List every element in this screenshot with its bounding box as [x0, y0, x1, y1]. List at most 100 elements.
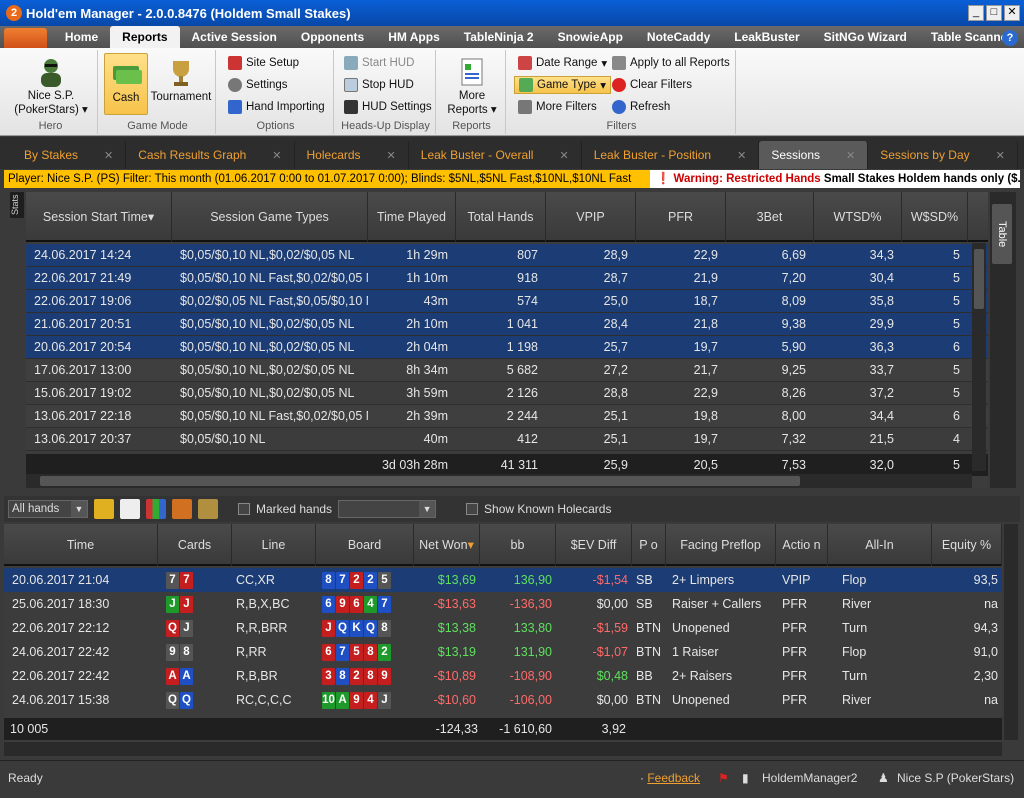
table-row[interactable]: 24.06.2017 15:38 Q Q RC,C,C,C 10 A 9 4 J -$10,60-… — [4, 688, 1002, 712]
table-row[interactable]: 22.06.2017 21:49 $0,05/$0,10 NL Fast,$0,0… — [26, 267, 988, 290]
sessions-horizontal-scrollbar[interactable] — [26, 474, 972, 488]
hands-col--ev-diff[interactable]: $EV Diff — [556, 524, 632, 566]
menu-tab-notecaddy[interactable]: NoteCaddy — [635, 26, 722, 48]
sessions-col-3bet[interactable]: 3Bet — [726, 192, 814, 242]
tab-sessions-by-day[interactable]: Sessions by Day ✕ — [868, 141, 1018, 169]
stats-side-tab[interactable]: Stats — [10, 192, 24, 218]
cash-button[interactable]: Cash — [104, 53, 148, 115]
tournament-button[interactable]: Tournament — [150, 53, 212, 103]
more-reports-button[interactable]: More Reports ▾ — [442, 52, 502, 116]
apply-all-reports-button[interactable]: Apply to all Reports — [612, 56, 730, 70]
grid-icon[interactable] — [146, 499, 166, 519]
table-row[interactable]: 24.06.2017 14:24 $0,05/$0,10 NL,$0,02/$0,… — [26, 244, 988, 267]
sessions-col-wtsd-[interactable]: WTSD% — [814, 192, 902, 242]
rewind-icon[interactable] — [94, 499, 114, 519]
hands-col-p-o[interactable]: P o — [632, 524, 666, 566]
site-setup-button[interactable]: Site Setup — [228, 56, 299, 70]
sessions-vertical-scrollbar[interactable] — [972, 243, 986, 471]
hands-col-time[interactable]: Time — [4, 524, 158, 566]
sessions-col-w-sd-[interactable]: W$SD% — [902, 192, 968, 242]
tab-leak-buster-overall[interactable]: Leak Buster - Overall ✕ — [409, 141, 582, 169]
stop-hud-button[interactable]: Stop HUD — [344, 78, 414, 92]
status-player[interactable]: Nice S.P (PokerStars) — [897, 771, 1014, 785]
table-row[interactable]: 15.06.2017 19:02 $0,05/$0,10 NL,$0,02/$0,… — [26, 382, 988, 405]
show-known-holecards-checkbox[interactable] — [466, 503, 479, 515]
date-range-button[interactable]: Date Range ▾ — [518, 56, 607, 70]
hands-col-line[interactable]: Line — [232, 524, 316, 566]
table-row[interactable]: 24.06.2017 22:42 9 8 R,RR 6 7 5 8 2 $13,19 131,90-… — [4, 640, 1002, 664]
close-icon[interactable]: ✕ — [996, 149, 1005, 162]
sessions-col-total-hands[interactable]: Total Hands — [456, 192, 546, 242]
menu-tab-hm-apps[interactable]: HM Apps — [376, 26, 452, 48]
table-row[interactable]: 21.06.2017 20:51 $0,05/$0,10 NL,$0,02/$0,… — [26, 313, 988, 336]
sessions-col-time-played[interactable]: Time Played — [368, 192, 456, 242]
feedback-link[interactable]: · Feedback — [640, 771, 700, 785]
menu-tab-sitngo-wizard[interactable]: SitNGo Wizard — [812, 26, 919, 48]
menu-tab-tableninja-2[interactable]: TableNinja 2 — [452, 26, 546, 48]
trophy-small-icon[interactable] — [198, 499, 218, 519]
tab-leak-buster-position[interactable]: Leak Buster - Position ✕ — [582, 141, 760, 169]
tab-sessions[interactable]: Sessions ✕ — [759, 141, 869, 169]
hand-importing-button[interactable]: Hand Importing — [228, 100, 325, 114]
close-icon[interactable]: ✕ — [104, 149, 113, 162]
menu-tab-leakbuster[interactable]: LeakBuster — [722, 26, 811, 48]
hands-vertical-scrollbar[interactable] — [1004, 524, 1018, 740]
start-hud-button[interactable]: Start HUD — [344, 56, 414, 70]
menu-tab-opponents[interactable]: Opponents — [289, 26, 376, 48]
table-row[interactable]: 22.06.2017 19:06 $0,02/$0,05 NL Fast,$0,0… — [26, 290, 988, 313]
hands-col-net-won[interactable]: Net Won ▾ — [414, 524, 480, 566]
table-row[interactable]: 17.06.2017 13:00 $0,05/$0,10 NL,$0,02/$0,… — [26, 359, 988, 382]
hands-col-equity-[interactable]: Equity % — [932, 524, 1002, 566]
table-row[interactable]: 20.06.2017 20:54 $0,05/$0,10 NL,$0,02/$0,… — [26, 336, 988, 359]
help-icon[interactable]: ? — [1002, 30, 1018, 46]
marked-hands-checkbox[interactable] — [238, 503, 250, 515]
close-icon[interactable]: ✕ — [1004, 5, 1020, 21]
hands-horizontal-scrollbar[interactable] — [4, 742, 1002, 756]
table-row[interactable]: 13.06.2017 20:37 $0,05/$0,10 NL 40m 412 25,1… — [26, 428, 988, 451]
hands-col-facing-preflop[interactable]: Facing Preflop — [666, 524, 776, 566]
close-icon[interactable]: ✕ — [559, 149, 568, 162]
close-icon[interactable]: ✕ — [387, 149, 396, 162]
database-name[interactable]: HoldemManager2 — [762, 771, 857, 785]
sessions-col-vpip[interactable]: VPIP — [546, 192, 636, 242]
table-row[interactable]: 13.06.2017 22:18 $0,05/$0,10 NL Fast,$0,0… — [26, 405, 988, 428]
hud-settings-button[interactable]: HUD Settings — [344, 100, 432, 114]
dice-icon[interactable] — [120, 499, 140, 519]
table-row[interactable]: 22.06.2017 22:12 Q J R,R,BRR J Q K Q 8 $13,38 133,… — [4, 616, 1002, 640]
close-icon[interactable]: ✕ — [737, 149, 746, 162]
settings-button[interactable]: Settings — [228, 78, 288, 92]
hands-col-bb[interactable]: bb — [480, 524, 556, 566]
hero-button[interactable]: Nice S.P. (PokerStars) ▾ — [10, 52, 92, 116]
menu-tab-home[interactable]: Home — [53, 26, 110, 48]
hands-col-board[interactable]: Board — [316, 524, 414, 566]
hands-filter-select[interactable]: All hands ▼ — [8, 500, 88, 518]
sessions-col-pfr[interactable]: PFR — [636, 192, 726, 242]
refresh-button[interactable]: Refresh — [612, 100, 670, 114]
menu-tab-reports[interactable]: Reports — [110, 26, 180, 48]
table-row[interactable]: 25.06.2017 18:30 J J R,B,X,BC 6 9 6 4 7 -$13,63 -1… — [4, 592, 1002, 616]
maximize-icon[interactable]: □ — [986, 5, 1002, 21]
close-icon[interactable]: ✕ — [846, 149, 855, 162]
app-menu-button[interactable] — [4, 28, 47, 48]
flag-icon[interactable]: ⚑ — [718, 771, 729, 785]
clear-filters-button[interactable]: Clear Filters — [612, 78, 692, 92]
bar-chart-icon[interactable] — [172, 499, 192, 519]
menu-tab-active-session[interactable]: Active Session — [180, 26, 289, 48]
table-side-tab[interactable]: Table — [992, 204, 1012, 264]
game-type-button[interactable]: Game Type ▾ — [514, 76, 612, 94]
menu-tab-snowieapp[interactable]: SnowieApp — [546, 26, 635, 48]
sessions-col-session-start-time[interactable]: Session Start Time ▾ — [26, 192, 172, 242]
hands-col-all-in[interactable]: All-In — [828, 524, 932, 566]
close-icon[interactable]: ✕ — [272, 149, 281, 162]
hands-col-cards[interactable]: Cards — [158, 524, 232, 566]
hands-col-actio-n[interactable]: Actio n — [776, 524, 828, 566]
tab-cash-results-graph[interactable]: Cash Results Graph ✕ — [126, 141, 295, 169]
minimize-icon[interactable]: _ — [968, 5, 984, 21]
sessions-col-session-game-types[interactable]: Session Game Types — [172, 192, 368, 242]
table-row[interactable]: 20.06.2017 21:04 7 7 CC,XR 8 7 2 2 5 $13,69 136,90… — [4, 568, 1002, 592]
table-row[interactable]: 22.06.2017 22:42 A A R,B,BR 3 8 2 8 9 -$10,89 -108… — [4, 664, 1002, 688]
tab-holecards[interactable]: Holecards ✕ — [295, 141, 409, 169]
marked-hands-select[interactable]: ▼ — [338, 500, 437, 518]
tab-by-stakes[interactable]: By Stakes ✕ — [12, 141, 127, 169]
more-filters-button[interactable]: More Filters — [518, 100, 597, 114]
